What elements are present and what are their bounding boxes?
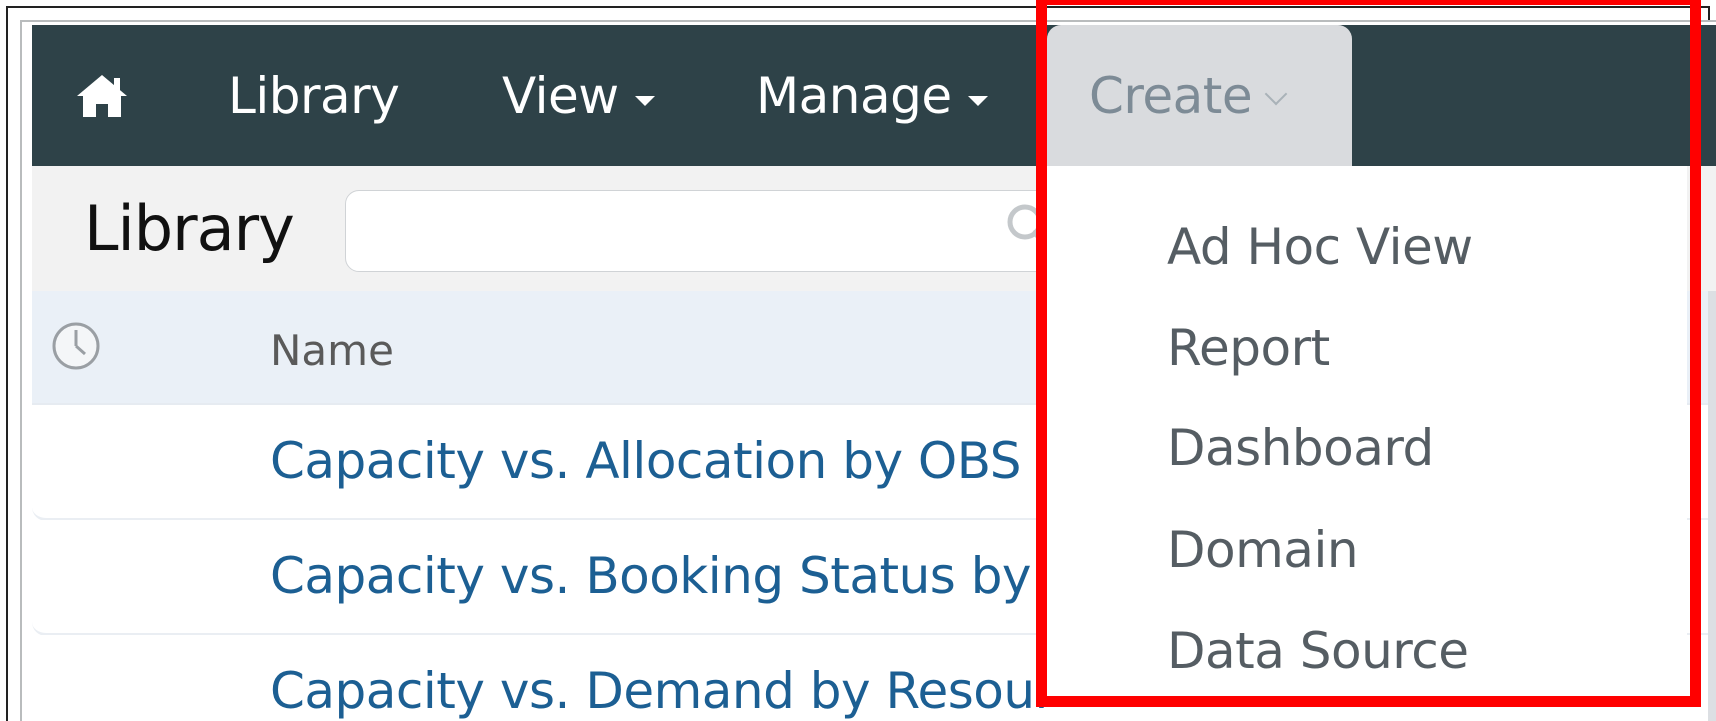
caret-down-icon xyxy=(634,95,655,106)
nav-library-label: Library xyxy=(228,66,400,125)
search-box[interactable] xyxy=(345,190,1125,272)
nav-create-menu[interactable]: Create xyxy=(1047,25,1352,166)
caret-down-icon xyxy=(967,95,988,106)
search-input[interactable] xyxy=(362,201,926,263)
home-icon xyxy=(77,74,127,117)
resource-name-link[interactable]: Capacity vs. Booking Status by O xyxy=(270,520,1086,633)
nav-create-label: Create xyxy=(1089,66,1253,125)
menu-item-dashboard[interactable]: Dashboard xyxy=(1167,403,1434,493)
chevron-down-icon xyxy=(1264,82,1288,105)
scrollbar-edge xyxy=(1708,291,1716,721)
nav-library-link[interactable]: Library xyxy=(228,25,400,166)
menu-item-ad-hoc-view[interactable]: Ad Hoc View xyxy=(1167,202,1473,292)
page-title: Library xyxy=(84,192,295,265)
column-header-name[interactable]: Name xyxy=(270,316,394,386)
clock-icon[interactable] xyxy=(51,321,101,371)
resource-name-link[interactable]: Capacity vs. Allocation by OBS xyxy=(270,405,1021,518)
top-navigation-bar: Library View Manage Create xyxy=(32,25,1716,166)
nav-view-label: View xyxy=(502,66,619,125)
nav-view-menu[interactable]: View xyxy=(502,25,655,166)
resource-name-link[interactable]: Capacity vs. Demand by Resourc xyxy=(270,635,1081,721)
nav-manage-menu[interactable]: Manage xyxy=(756,25,988,166)
menu-item-domain[interactable]: Domain xyxy=(1167,505,1359,595)
nav-manage-label: Manage xyxy=(756,66,952,125)
menu-item-data-source[interactable]: Data Source xyxy=(1167,606,1469,696)
home-button[interactable] xyxy=(72,25,132,166)
menu-item-report[interactable]: Report xyxy=(1167,303,1330,393)
create-dropdown-menu: Ad Hoc View Report Dashboard Domain Data… xyxy=(1047,166,1687,721)
app-window: Library View Manage Create Library Name … xyxy=(32,25,1716,721)
